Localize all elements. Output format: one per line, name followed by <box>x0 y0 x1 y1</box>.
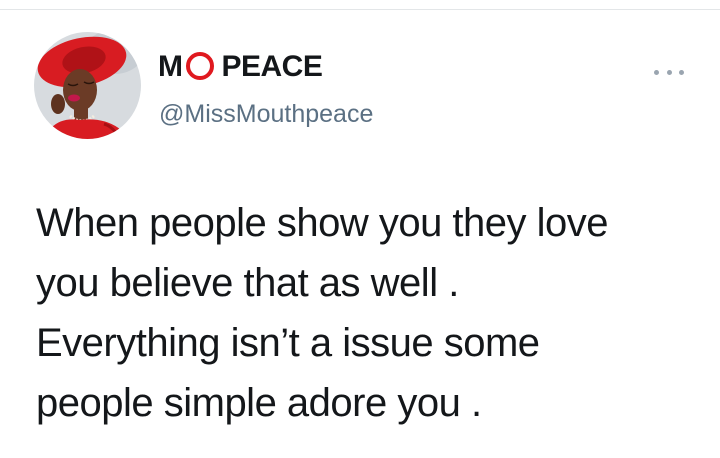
tweet-text-line: you believe that as well . <box>36 261 459 305</box>
display-name-suffix: PEACE <box>221 50 323 83</box>
tweet-text: When people show you they love you belie… <box>36 193 676 433</box>
tweet-text-line: Everything isn’t a issue some <box>36 321 540 365</box>
brand-ring-icon <box>185 52 214 80</box>
avatar-image <box>34 32 141 139</box>
display-name-prefix: M <box>158 50 183 83</box>
display-name[interactable]: M PEACE <box>158 50 323 84</box>
tweet-text-line: people simple adore you . <box>36 381 482 425</box>
more-horizontal-icon[interactable] <box>654 66 684 78</box>
more-dot <box>654 69 659 75</box>
tweet-card[interactable]: M PEACE @MissMouthpeace When people show… <box>0 10 720 458</box>
user-handle[interactable]: @MissMouthpeace <box>159 100 373 129</box>
more-dot <box>679 69 684 75</box>
tweet-text-line: When people show you they love <box>36 201 609 245</box>
avatar[interactable] <box>34 32 141 139</box>
more-dot <box>666 69 672 75</box>
